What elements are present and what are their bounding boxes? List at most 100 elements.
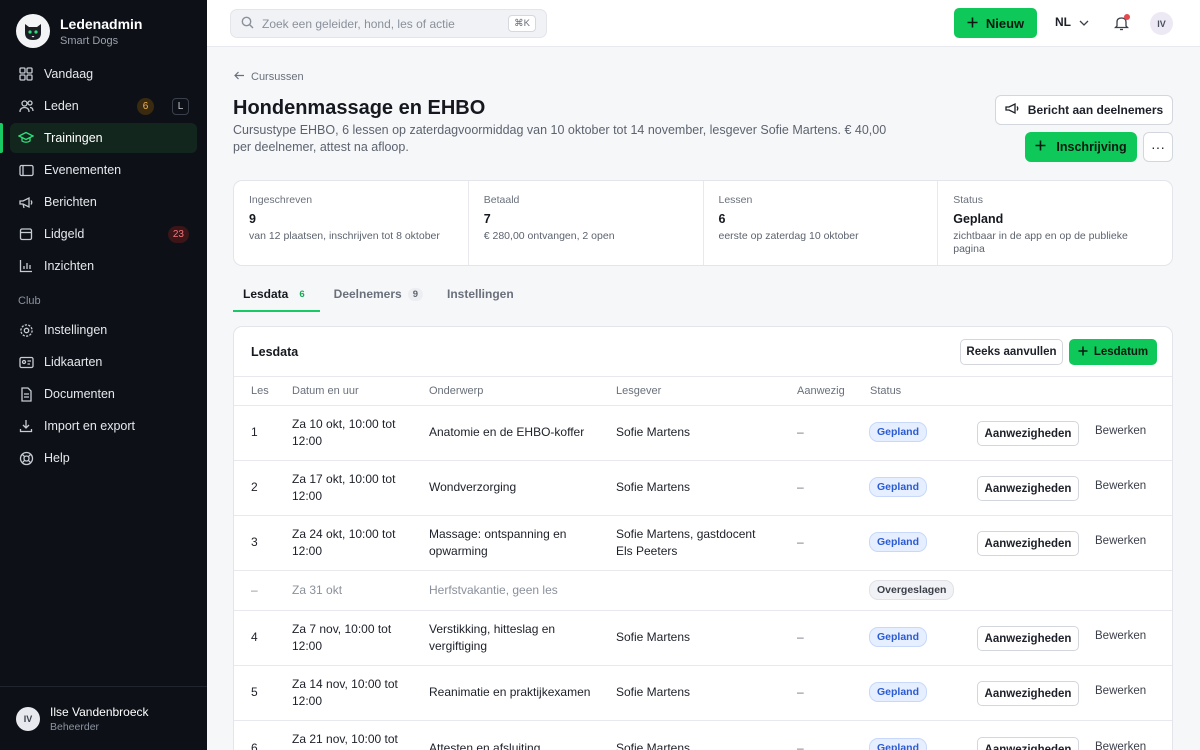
lesson-date: Za 21 nov, 10:00 tot bbox=[292, 732, 398, 746]
search-box[interactable]: ⌘K bbox=[230, 9, 547, 38]
sidebar-item-label: Vandaag bbox=[44, 67, 94, 81]
sidebar-item-help[interactable]: Help bbox=[10, 443, 197, 473]
column-header: Aanwezig bbox=[797, 385, 845, 397]
tab-lesdata[interactable]: Lesdata 6 bbox=[233, 283, 320, 312]
status-badge: Gepland bbox=[869, 682, 928, 702]
attendance-button[interactable]: Aanwezigheden bbox=[977, 681, 1079, 706]
more-options-button[interactable]: ··· bbox=[1143, 132, 1173, 162]
tab-deelnemers[interactable]: Deelnemers 9 bbox=[324, 283, 433, 312]
search-input[interactable] bbox=[262, 16, 501, 31]
sidebar-item-documenten[interactable]: Documenten bbox=[10, 379, 197, 409]
enrollment-button[interactable]: Inschrijving bbox=[1025, 132, 1137, 162]
edit-link[interactable]: Bewerken bbox=[1095, 425, 1146, 437]
stat-value: 7 bbox=[483, 212, 491, 226]
main-content: Cursussen Hondenmassage en EHBO Cursusty… bbox=[207, 47, 1200, 750]
megaphone-icon bbox=[1005, 102, 1020, 118]
sidebar-item-evenementen[interactable]: Evenementen bbox=[10, 155, 197, 185]
attendance-value: – bbox=[797, 480, 804, 494]
column-header: Les bbox=[251, 385, 269, 397]
current-user[interactable]: IV Ilse Vandenbroeck Beheerder bbox=[0, 686, 207, 750]
message-participants-button[interactable]: Bericht aan deelnemers bbox=[995, 95, 1173, 125]
attendance-button[interactable]: Aanwezigheden bbox=[977, 626, 1079, 651]
fill-series-button[interactable]: Reeks aanvullen bbox=[960, 339, 1063, 365]
lesson-topic: Verstikking, hitteslag en vergiftiging bbox=[429, 622, 556, 653]
user-role: Beheerder bbox=[50, 720, 100, 733]
stat-betaald: Betaald 7 € 280,00 ontvangen, 2 open bbox=[469, 181, 704, 265]
notifications-bell-icon[interactable] bbox=[1113, 14, 1130, 31]
stat-note: zichtbaar in de app en op de publieke pa… bbox=[953, 230, 1128, 255]
table-row: 4 Za 7 nov, 10:00 tot 12:00 Verstikking,… bbox=[234, 611, 1172, 666]
attendance-button[interactable]: Aanwezigheden bbox=[977, 737, 1079, 750]
breadcrumb-link[interactable]: Cursussen bbox=[251, 71, 304, 83]
column-header: Status bbox=[870, 385, 902, 397]
sidebar-item-leden[interactable]: Leden 6 L bbox=[10, 91, 197, 121]
tab-instellingen[interactable]: Instellingen bbox=[437, 283, 524, 312]
edit-link[interactable]: Bewerken bbox=[1095, 685, 1146, 697]
shortcut-key: L bbox=[172, 97, 189, 115]
sidebar-item-lidkaarten[interactable]: Lidkaarten bbox=[10, 347, 197, 377]
status-badge: Gepland bbox=[869, 532, 928, 552]
dog-logo-icon bbox=[16, 14, 50, 48]
sidebar-item-label: Leden bbox=[44, 99, 79, 113]
sidebar-item-vandaag[interactable]: Vandaag bbox=[10, 59, 197, 89]
sidebar-item-trainingen[interactable]: Trainingen bbox=[0, 123, 197, 153]
attendance-button[interactable]: Aanwezigheden bbox=[977, 531, 1079, 556]
sidebar-item-import-export[interactable]: Import en export bbox=[10, 411, 197, 441]
attendance-value: – bbox=[797, 741, 804, 750]
status-badge: Gepland bbox=[869, 477, 928, 497]
add-lesson-date-button[interactable]: Lesdatum bbox=[1069, 339, 1157, 365]
stat-label: Betaald bbox=[483, 194, 520, 206]
sidebar-item-label: Import en export bbox=[44, 419, 136, 433]
stat-value: 6 bbox=[718, 212, 726, 226]
lesson-number: 2 bbox=[251, 480, 258, 494]
breadcrumb[interactable]: Cursussen bbox=[234, 71, 304, 83]
sidebar-item-berichten[interactable]: Berichten bbox=[10, 187, 197, 217]
tab-label: Deelnemers bbox=[333, 287, 402, 301]
tab-count: 9 bbox=[407, 288, 423, 301]
edit-link[interactable]: Bewerken bbox=[1095, 741, 1146, 750]
sidebar-item-lidgeld[interactable]: Lidgeld 23 bbox=[10, 219, 197, 249]
sidebar-item-instellingen[interactable]: Instellingen bbox=[10, 315, 197, 345]
stat-lessen: Lessen 6 eerste op zaterdag 10 oktober bbox=[704, 181, 939, 265]
lesson-number: – bbox=[251, 583, 258, 597]
new-button[interactable]: Nieuw bbox=[954, 8, 1037, 38]
lesson-date: Za 24 okt, 10:00 tot 12:00 bbox=[292, 527, 396, 558]
attendance-button[interactable]: Aanwezigheden bbox=[977, 421, 1079, 446]
document-icon bbox=[18, 386, 34, 402]
megaphone-icon bbox=[18, 194, 34, 210]
user-avatar-top[interactable]: IV bbox=[1150, 12, 1173, 35]
lesson-date: Za 17 okt, 10:00 tot 12:00 bbox=[292, 472, 396, 503]
column-header: Datum en uur bbox=[292, 385, 359, 397]
stat-value: 9 bbox=[249, 212, 256, 226]
lesson-topic: Anatomie en de EHBO-koffer bbox=[429, 425, 585, 439]
attendance-button[interactable]: Aanwezigheden bbox=[977, 476, 1079, 501]
stat-ingeschreven: Ingeschreven 9 van 12 plaatsen, inschrij… bbox=[234, 181, 469, 265]
search-shortcut: ⌘K bbox=[508, 15, 536, 32]
table-row: 5 Za 14 nov, 10:00 tot 12:00 Reanimatie … bbox=[234, 666, 1172, 721]
app-title: Ledenadmin bbox=[60, 15, 143, 32]
brand[interactable]: Ledenadmin Smart Dogs bbox=[16, 14, 142, 48]
page-description: Cursustype EHBO, 6 lessen op zaterdagvoo… bbox=[233, 123, 887, 154]
tab-label: Instellingen bbox=[447, 287, 514, 301]
more-dots-icon: ··· bbox=[1151, 139, 1165, 155]
sidebar-item-label: Trainingen bbox=[44, 131, 103, 145]
sidebar-item-label: Documenten bbox=[44, 387, 115, 401]
users-icon bbox=[18, 98, 34, 114]
table-header: Les Datum en uur Onderwerp Lesgever Aanw… bbox=[234, 376, 1172, 406]
user-avatar: IV bbox=[16, 706, 40, 731]
tab-count: 6 bbox=[299, 289, 305, 300]
bar-chart-icon bbox=[18, 258, 34, 274]
grid-icon bbox=[18, 66, 34, 82]
new-button-label: Nieuw bbox=[985, 15, 1025, 31]
sidebar-item-label: Instellingen bbox=[44, 323, 108, 337]
edit-link[interactable]: Bewerken bbox=[1095, 480, 1146, 492]
topbar: ⌘K Nieuw NL IV bbox=[207, 0, 1200, 47]
sidebar-item-inzichten[interactable]: Inzichten bbox=[10, 251, 197, 281]
lesson-number: 4 bbox=[251, 630, 258, 644]
column-header: Lesgever bbox=[616, 385, 662, 397]
edit-link[interactable]: Bewerken bbox=[1095, 535, 1146, 547]
edit-link[interactable]: Bewerken bbox=[1095, 630, 1146, 642]
language-select[interactable]: NL bbox=[1055, 15, 1089, 29]
tab-label: Lesdata bbox=[243, 287, 289, 301]
lesson-topic: Attesten en afsluiting bbox=[429, 741, 541, 750]
